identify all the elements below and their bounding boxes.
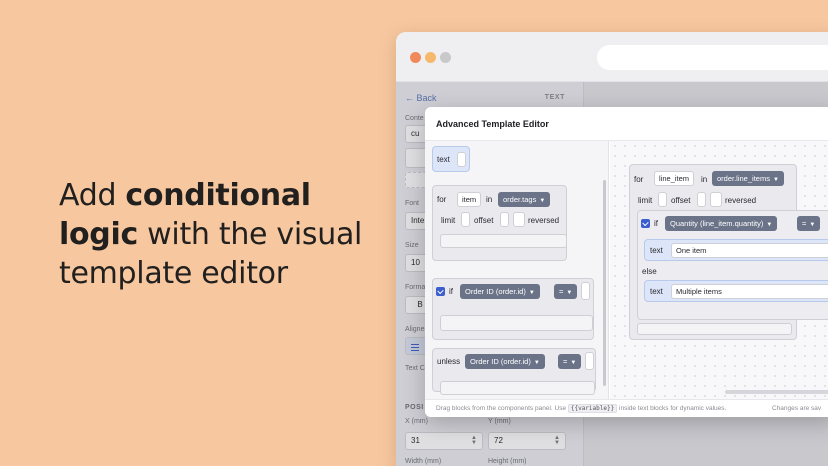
address-bar[interactable] bbox=[597, 45, 828, 70]
palette-in-keyword: in bbox=[486, 195, 493, 204]
chevron-down-icon: ▼ bbox=[539, 198, 546, 204]
chevron-down-icon: ▼ bbox=[772, 177, 779, 183]
workspace-offset-slot[interactable] bbox=[697, 192, 706, 207]
workspace-if-block[interactable]: if Quantity (line_item.quantity) ▼ = ▼ tex… bbox=[637, 210, 828, 320]
palette-unless-field: Order ID (order.id) bbox=[470, 357, 531, 366]
palette-for-block[interactable]: for item in order.tags ▼ limit offset rev… bbox=[432, 185, 567, 261]
components-palette: text for item in order.tags ▼ limit offse… bbox=[425, 141, 609, 399]
palette-for-source-dropdown[interactable]: order.tags ▼ bbox=[498, 192, 551, 207]
chevron-down-icon: ▼ bbox=[570, 360, 577, 366]
palette-limit-slot[interactable] bbox=[461, 212, 470, 227]
palette-limit-label: limit bbox=[441, 216, 456, 225]
palette-text-slot bbox=[457, 152, 466, 167]
browser-titlebar bbox=[396, 32, 828, 82]
workspace-for-body-end bbox=[637, 323, 792, 335]
palette-if-body-slot bbox=[440, 315, 593, 331]
palette-for-body-slot bbox=[440, 234, 567, 248]
palette-offset-label: offset bbox=[474, 216, 494, 225]
modal-header: Advanced Template Editor bbox=[425, 107, 828, 141]
palette-unless-keyword: unless bbox=[437, 357, 461, 366]
workspace-limit-slot[interactable] bbox=[658, 192, 667, 207]
palette-unless-field-dropdown[interactable]: Order ID (order.id) ▼ bbox=[465, 354, 545, 369]
browser-window: ← Back TEXT Conte cu Font Inte Size 10 F… bbox=[396, 32, 828, 466]
footer-hint: Drag blocks from the components panel. U… bbox=[436, 404, 727, 413]
workspace-for-source: order.line_items bbox=[717, 174, 770, 183]
palette-reversed-toggle[interactable] bbox=[513, 212, 525, 227]
hero-line2-post: with the visual bbox=[137, 217, 363, 252]
palette-if-value-slot[interactable] bbox=[581, 282, 590, 300]
palette-offset-slot[interactable] bbox=[500, 212, 509, 227]
palette-text-block[interactable]: text bbox=[432, 146, 470, 172]
palette-if-field-dropdown[interactable]: Order ID (order.id) ▼ bbox=[460, 284, 540, 299]
close-window-dot[interactable] bbox=[410, 52, 421, 63]
condition-check-icon bbox=[641, 219, 650, 228]
workspace-reversed-toggle[interactable] bbox=[710, 192, 722, 207]
footer-hint-code: {{variable}} bbox=[567, 404, 618, 413]
workspace-if-operator-dropdown[interactable]: = ▼ bbox=[797, 216, 821, 231]
workspace-if-field: Quantity (line_item.quantity) bbox=[670, 219, 764, 228]
chevron-down-icon: ▼ bbox=[809, 222, 816, 228]
workspace-for-block[interactable]: for line_item in order.line_items ▼ limit… bbox=[629, 164, 828, 340]
workspace-reversed-label: reversed bbox=[725, 196, 757, 205]
footer-hint-pre: Drag blocks from the components panel. U… bbox=[436, 405, 568, 412]
palette-reversed-label: reversed bbox=[528, 216, 560, 225]
palette-unless-block[interactable]: unless Order ID (order.id) ▼ = ▼ bbox=[432, 348, 596, 395]
workspace-limit-label: limit bbox=[638, 196, 653, 205]
palette-for-var[interactable]: item bbox=[457, 192, 482, 207]
palette-if-operator: = bbox=[559, 287, 564, 296]
workspace-horizontal-scrollbar[interactable] bbox=[725, 390, 828, 394]
hero-line2-bold: logic bbox=[59, 217, 138, 252]
chevron-down-icon: ▼ bbox=[566, 290, 573, 296]
palette-unless-operator: = bbox=[563, 357, 568, 366]
workspace-for-var[interactable]: line_item bbox=[654, 171, 695, 186]
chevron-down-icon: ▼ bbox=[528, 290, 535, 296]
workspace-then-text-block[interactable]: text One item bbox=[644, 239, 828, 261]
workspace-then-text-keyword: text bbox=[650, 246, 663, 255]
workspace-for-source-dropdown[interactable]: order.line_items ▼ bbox=[712, 171, 784, 186]
palette-if-keyword: if bbox=[449, 287, 453, 296]
workspace-if-field-dropdown[interactable]: Quantity (line_item.quantity) ▼ bbox=[665, 216, 778, 231]
hero-line3: template editor bbox=[59, 256, 288, 291]
palette-unless-operator-dropdown[interactable]: = ▼ bbox=[558, 354, 582, 369]
hero-line1-bold: conditional bbox=[125, 178, 311, 213]
workspace-else-text-block[interactable]: text Multiple items bbox=[644, 280, 828, 302]
minimize-window-dot[interactable] bbox=[425, 52, 436, 63]
hero-line1-pre: Add bbox=[59, 178, 126, 213]
footer-hint-post: inside text blocks for dynamic values. bbox=[617, 405, 727, 412]
maximize-window-dot[interactable] bbox=[440, 52, 451, 63]
workspace-if-keyword: if bbox=[654, 219, 658, 228]
chevron-down-icon: ▼ bbox=[533, 360, 540, 366]
workspace-else-text-input[interactable]: Multiple items bbox=[671, 284, 828, 299]
palette-for-source: order.tags bbox=[503, 195, 537, 204]
palette-if-field: Order ID (order.id) bbox=[465, 287, 526, 296]
palette-if-block[interactable]: if Order ID (order.id) ▼ = ▼ bbox=[432, 278, 594, 340]
palette-unless-body-slot bbox=[440, 381, 595, 395]
chevron-down-icon: ▼ bbox=[766, 222, 773, 228]
palette-if-operator-dropdown[interactable]: = ▼ bbox=[554, 284, 578, 299]
template-workspace[interactable]: for line_item in order.line_items ▼ limit… bbox=[610, 141, 828, 399]
palette-scrollbar[interactable] bbox=[603, 180, 606, 386]
condition-check-icon bbox=[436, 287, 445, 296]
workspace-else-keyword: else bbox=[642, 267, 657, 276]
workspace-in-keyword: in bbox=[701, 175, 708, 184]
workspace-then-text-input[interactable]: One item bbox=[671, 243, 828, 258]
workspace-if-operator: = bbox=[802, 219, 807, 228]
workspace-offset-label: offset bbox=[671, 196, 691, 205]
save-status: Changes are sav bbox=[772, 405, 822, 412]
hero-headline: Add conditional logic with the visual te… bbox=[59, 176, 379, 293]
workspace-else-text-keyword: text bbox=[650, 287, 663, 296]
palette-unless-value-slot[interactable] bbox=[585, 352, 594, 370]
palette-text-keyword: text bbox=[437, 155, 450, 164]
advanced-template-editor-modal: Advanced Template Editor text for item i… bbox=[425, 107, 828, 417]
modal-footer: Drag blocks from the components panel. U… bbox=[425, 399, 828, 417]
workspace-for-keyword: for bbox=[634, 175, 644, 184]
palette-for-keyword: for bbox=[437, 195, 447, 204]
modal-title: Advanced Template Editor bbox=[436, 119, 549, 129]
